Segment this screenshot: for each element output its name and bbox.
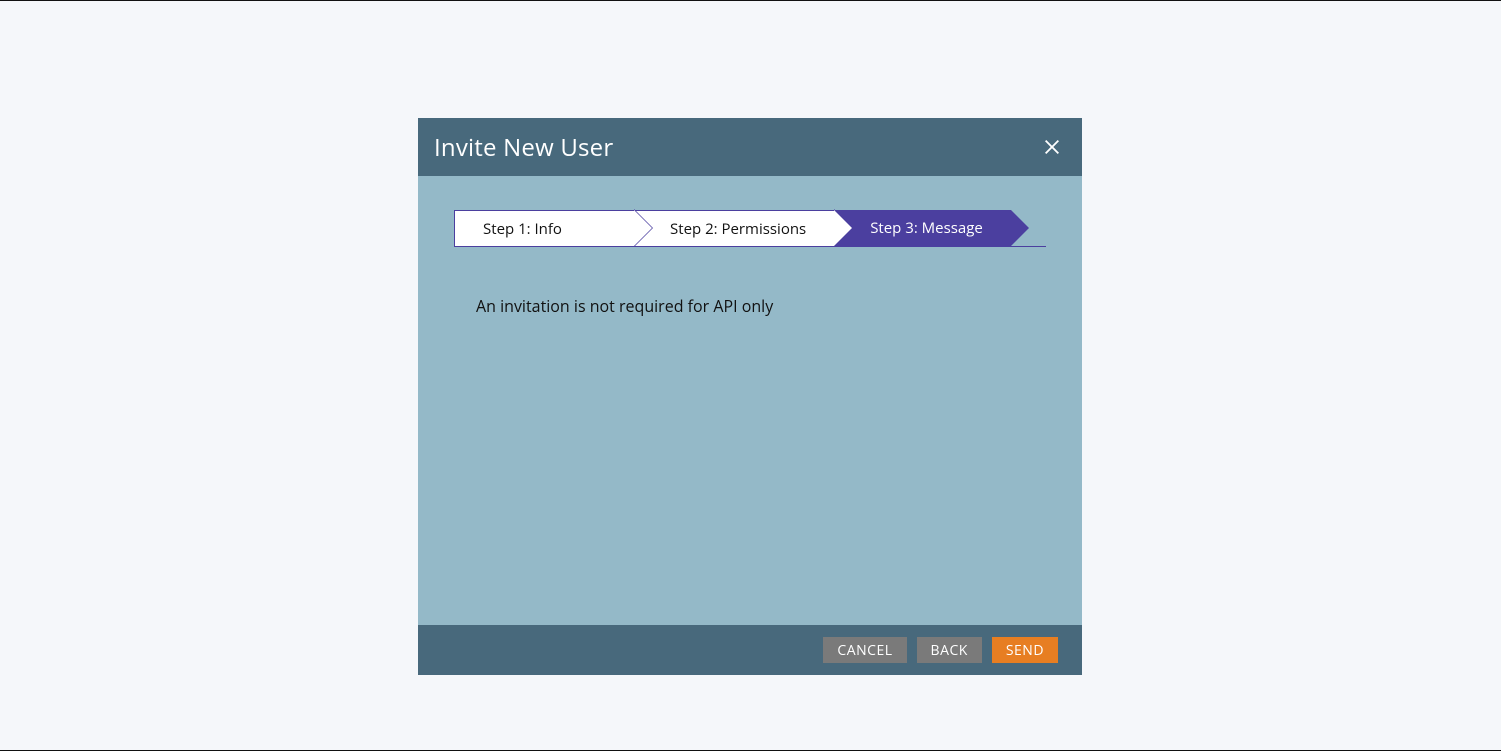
invitation-not-required-text: An invitation is not required for API on… [476, 295, 1082, 317]
cancel-button[interactable]: CANCEL [823, 637, 906, 663]
modal-body: Step 1: Info Step 2: Permissions Step 3:… [418, 210, 1082, 625]
modal-footer: CANCEL BACK SEND [418, 625, 1082, 675]
back-button[interactable]: BACK [917, 637, 982, 663]
send-button[interactable]: SEND [992, 637, 1058, 663]
modal-title: Invite New User [434, 131, 613, 164]
wizard-step-message[interactable]: Step 3: Message [834, 210, 1011, 246]
wizard-step-label: Step 3: Message [834, 210, 1011, 246]
wizard-step-permissions[interactable]: Step 2: Permissions [634, 210, 834, 246]
wizard-step-label: Step 2: Permissions [634, 211, 834, 247]
invite-new-user-modal: Invite New User Step 1: Info Step 2: Per… [418, 118, 1082, 675]
wizard-step-label: Step 1: Info [455, 211, 590, 247]
close-button[interactable] [1038, 133, 1066, 161]
page-top-rule [0, 0, 1501, 1]
wizard-steps: Step 1: Info Step 2: Permissions Step 3:… [454, 210, 1046, 247]
modal-header: Invite New User [418, 118, 1082, 176]
wizard-step-info[interactable]: Step 1: Info [454, 210, 634, 246]
close-icon [1044, 139, 1060, 155]
